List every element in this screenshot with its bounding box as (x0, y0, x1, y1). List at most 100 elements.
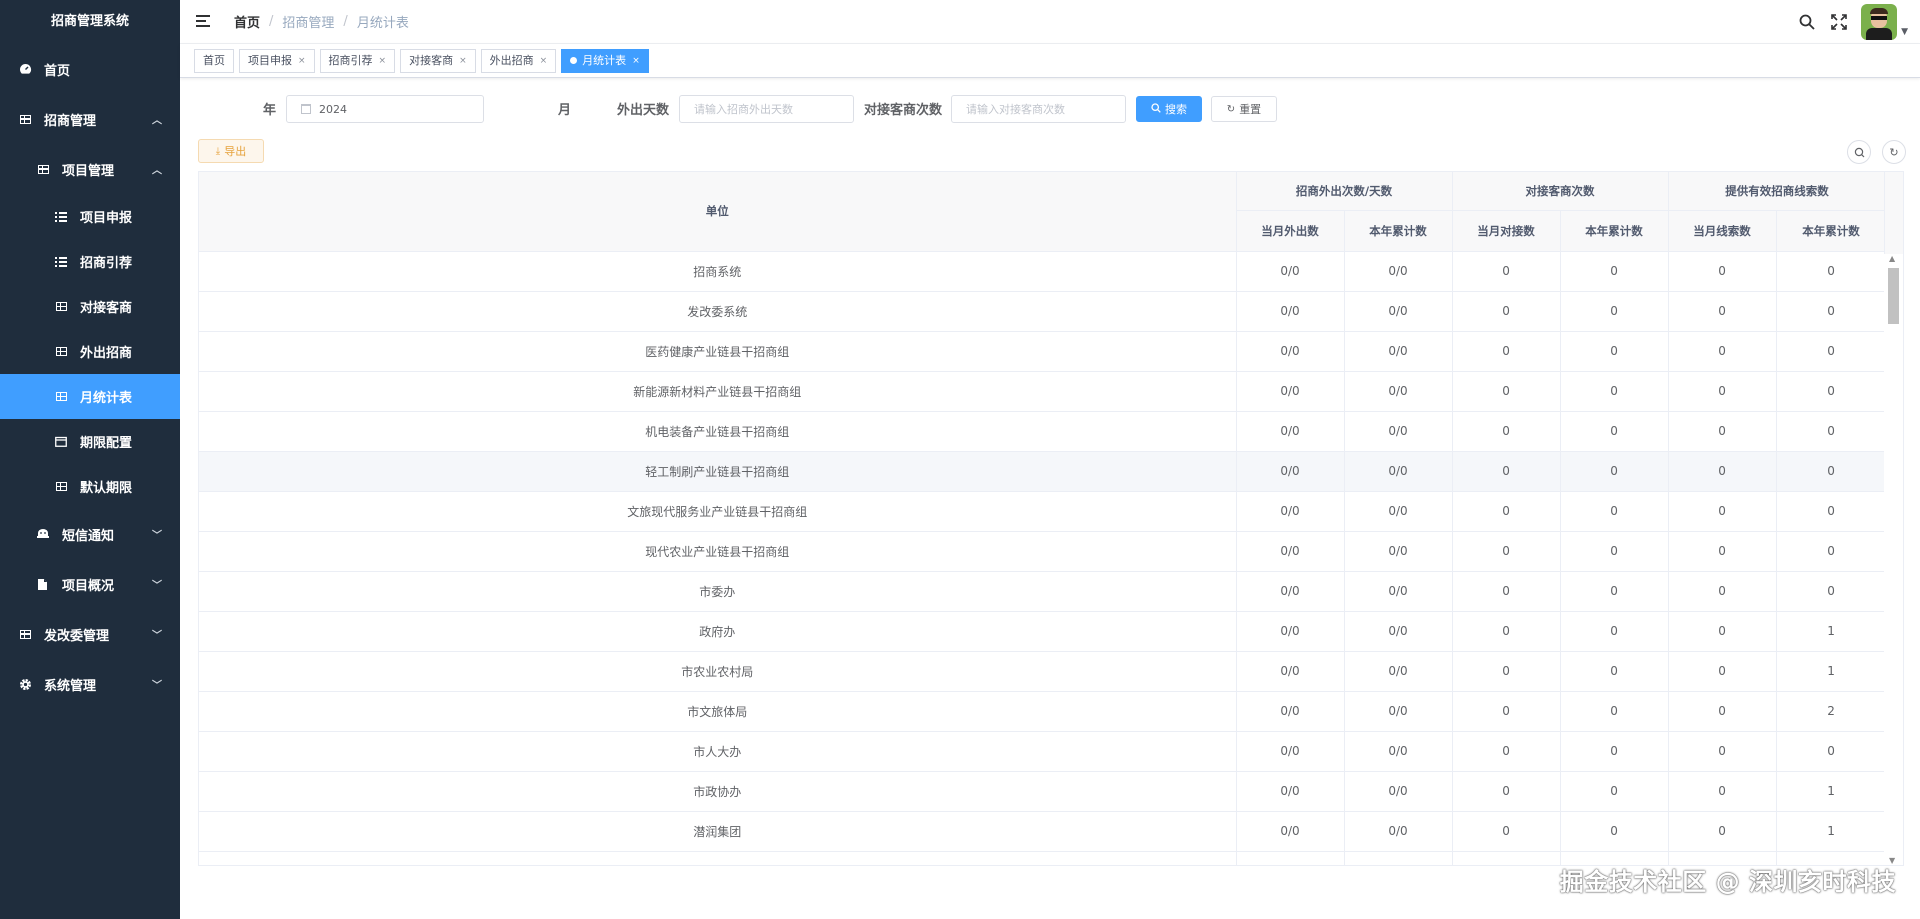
sidebar-item-label: 对接客商 (80, 301, 133, 316)
table-row[interactable]: 轻工制刷产业链县干招商组 0/0 0/0 0 0 0 0 (199, 451, 1887, 492)
watermark: 掘金技术社区 @ 深圳亥时科技 (1559, 868, 1896, 896)
sidebar-item-client-docking[interactable]: 对接客商 (0, 284, 180, 329)
year-label: 年 (263, 103, 277, 118)
sidebar-item-project-overview[interactable]: 项目概况 ﹀ (0, 559, 180, 609)
close-icon[interactable]: × (540, 50, 548, 72)
value-cell: 0/0 (1236, 451, 1345, 492)
sidebar-item-investment-referral[interactable]: 招商引荐 (0, 239, 180, 284)
value-cell: 0/0 (1236, 731, 1345, 772)
value-cell: 0 (1452, 851, 1561, 865)
unit-cell: 轻工制刷产业链县干招商组 (199, 451, 1237, 492)
reset-button[interactable]: ↻ 重置 (1211, 96, 1277, 122)
table-row[interactable]: 发改委系统 0/0 0/0 0 0 0 0 (199, 291, 1887, 332)
value-cell: 0/0 (1344, 291, 1453, 332)
sidebar-item-deadline-config[interactable]: 期限配置 (0, 419, 180, 464)
refresh-table-button[interactable]: ↻ (1882, 140, 1906, 164)
fullscreen-icon[interactable] (1829, 12, 1849, 32)
table-row[interactable]: 市人大办 0/0 0/0 0 0 0 0 (199, 731, 1887, 772)
navbar-actions: ▼ (1797, 4, 1908, 40)
unit-cell: 医药健康产业链县干招商组 (199, 331, 1237, 372)
tag-project-declaration[interactable]: 项目申报 × (239, 48, 315, 73)
close-icon[interactable]: × (298, 50, 306, 72)
value-cell: 0 (1668, 771, 1777, 812)
sidebar-item-home[interactable]: 首页 (0, 44, 180, 94)
tag-investment-referral[interactable]: 招商引荐 × (319, 48, 396, 73)
search-button-label: 搜索 (1165, 103, 1187, 116)
avatar[interactable] (1861, 4, 1898, 40)
value-cell: 0/0 (1344, 411, 1453, 452)
table-row[interactable]: 文旅现代服务业产业链县干招商组 0/0 0/0 0 0 0 0 (199, 491, 1887, 532)
tag-home[interactable]: 首页 (194, 48, 234, 73)
value-cell: 0/0 (1344, 811, 1453, 852)
grid-icon (18, 112, 32, 126)
table-row[interactable]: 市政协办 0/0 0/0 0 0 0 1 (199, 771, 1887, 812)
tag-label: 对接客商 (409, 53, 454, 67)
value-cell: 0 (1560, 731, 1669, 772)
scroll-thumb[interactable] (1888, 268, 1899, 324)
table-row[interactable]: 市农业农村局 0/0 0/0 0 0 0 1 (199, 651, 1887, 692)
refresh-icon: ↻ (1889, 145, 1899, 159)
unit-cell: 现代农业产业链县干招商组 (199, 531, 1237, 572)
value-cell: 0/0 (1236, 811, 1345, 852)
caret-down-icon[interactable]: ▼ (1901, 27, 1908, 37)
value-cell: 0/0 (1344, 651, 1453, 692)
sidebar-item-label: 外出招商 (80, 346, 133, 361)
group-header-leads: 提供有效招商线索数 (1668, 172, 1887, 211)
tag-monthly-report[interactable]: 月统计表 × (561, 48, 649, 73)
tag-label: 首页 (203, 53, 225, 67)
search-button[interactable]: 搜索 (1136, 96, 1202, 122)
close-icon[interactable]: × (632, 50, 640, 72)
search-icon (1151, 102, 1161, 116)
value-cell: 0 (1776, 491, 1887, 532)
unit-cell: 新能源新材料产业链县干招商组 (199, 371, 1237, 412)
value-cell: 0 (1668, 451, 1777, 492)
visits-input[interactable]: 请输入对接客商次数 (951, 95, 1126, 123)
year-picker[interactable]: 2024 (286, 95, 484, 123)
grid-icon (54, 345, 68, 359)
close-icon[interactable]: × (459, 50, 467, 72)
table-row[interactable]: 机电装备产业链县干招商组 0/0 0/0 0 0 0 0 (199, 411, 1887, 452)
calendar-icon (301, 104, 311, 114)
table-scrollbar[interactable]: ▲ ▼ (1884, 254, 1903, 865)
sidebar-item-monthly-report[interactable]: 月统计表 (0, 374, 180, 419)
sidebar-item-investment-management[interactable]: 招商管理 ︿ (0, 94, 180, 144)
tag-client-docking[interactable]: 对接客商 × (400, 48, 476, 73)
active-dot-icon (570, 57, 578, 64)
table-row[interactable]: 新能源新材料产业链县干招商组 0/0 0/0 0 0 0 0 (199, 371, 1887, 412)
sidebar-item-ndrc-management[interactable]: 发改委管理 ﹀ (0, 609, 180, 659)
value-cell: 0 (1452, 491, 1561, 532)
sidebar-item-default-deadline[interactable]: 默认期限 (0, 464, 180, 509)
sidebar-item-project-declaration[interactable]: 项目申报 (0, 194, 180, 239)
tag-outbound-investment[interactable]: 外出招商 × (480, 48, 557, 73)
sidebar-item-project-management[interactable]: 项目管理 ︿ (0, 144, 180, 194)
reset-button-label: 重置 (1239, 103, 1262, 116)
table-row[interactable]: 市委办 0/0 0/0 0 0 0 0 (199, 571, 1887, 612)
chevron-down-icon: ﹀ (152, 680, 162, 692)
sidebar-item-sms-notification[interactable]: 短信通知 ﹀ (0, 509, 180, 559)
toggle-search-button[interactable] (1847, 140, 1871, 164)
year-value: 2024 (319, 102, 347, 116)
table-row[interactable]: 现代农业产业链县干招商组 0/0 0/0 0 0 0 0 (199, 531, 1887, 572)
table-row[interactable]: 政府办 0/0 0/0 0 0 0 1 (199, 611, 1887, 652)
hamburger-menu-icon[interactable] (196, 15, 212, 28)
breadcrumb-home[interactable]: 首页 (234, 12, 260, 31)
scroll-up-arrow-icon[interactable]: ▲ (1889, 254, 1895, 263)
grid-icon (54, 390, 68, 404)
close-icon[interactable]: × (379, 50, 387, 72)
value-cell: 0/0 (1344, 691, 1453, 732)
sidebar-item-outbound-investment[interactable]: 外出招商 (0, 329, 180, 374)
table-row[interactable]: 潜润集团 0/0 0/0 0 0 0 1 (199, 811, 1887, 852)
search-icon[interactable] (1797, 12, 1817, 32)
table-row[interactable]: 医药健康产业链县干招商组 0/0 0/0 0 0 0 0 (199, 331, 1887, 372)
sidebar-item-label: 项目概况 (62, 578, 115, 594)
value-cell: 0/0 (1236, 691, 1345, 732)
table-row[interactable]: 招商系统 0/0 0/0 0 0 0 0 (199, 251, 1887, 292)
value-cell: 0 (1668, 611, 1777, 652)
sidebar-item-system-management[interactable]: 系统管理 ﹀ (0, 659, 180, 709)
out-days-input[interactable]: 请输入招商外出天数 (679, 95, 854, 123)
visits-label: 对接客商次数 (864, 103, 943, 118)
export-button[interactable]: ⤓ 导出 (198, 139, 264, 163)
value-cell: 0 (1668, 731, 1777, 772)
chevron-up-icon: ︿ (152, 115, 162, 127)
table-row[interactable]: 市文旅体局 0/0 0/0 0 0 0 2 (199, 691, 1887, 732)
